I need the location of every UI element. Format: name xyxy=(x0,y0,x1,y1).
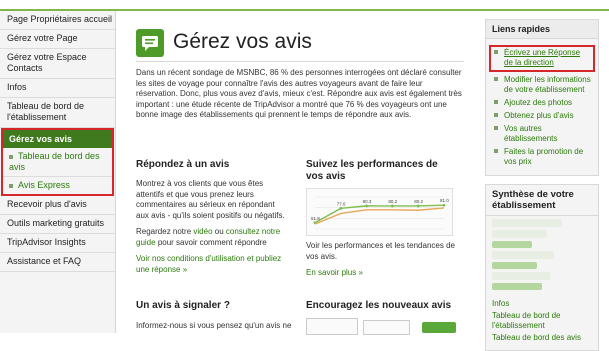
nav-sub-reviews-dashboard[interactable]: Tableau de bord des avis xyxy=(3,148,112,177)
review-card-image xyxy=(306,318,358,335)
bullet-icon xyxy=(494,100,498,104)
quick-link-label: Vos autres établissements xyxy=(504,124,558,143)
quick-link-label: Écrivez une Réponse de la direction xyxy=(504,48,581,67)
nav-sub-label: Avis Express xyxy=(18,180,70,190)
quick-link-label: Ajoutez des photos xyxy=(504,98,573,107)
nav-item-manage-reviews[interactable]: Gérez vos avis xyxy=(3,130,112,148)
chart-point xyxy=(339,206,343,210)
nav-item-more-reviews[interactable]: Recevoir plus d'avis xyxy=(0,196,115,215)
reviews-nav-section: Gérez vos avis Tableau de bord des avis … xyxy=(1,128,114,196)
nav-item-contacts[interactable]: Gérez votre Espace Contacts xyxy=(0,49,115,79)
synthesis-link-dashboard[interactable]: Tableau de bord de l'établissement xyxy=(486,310,598,332)
watch-suffix: pour savoir comment répondre xyxy=(157,237,267,247)
bullet-icon xyxy=(9,183,13,188)
speech-bubble-icon xyxy=(136,29,164,57)
nav-item-owners-home[interactable]: Page Propriétaires accueil xyxy=(0,11,115,30)
conditions-link[interactable]: Voir nos conditions d'utilisation et pub… xyxy=(136,254,286,275)
chart-data-label: 61.8 xyxy=(311,216,320,221)
chart-point xyxy=(391,204,394,208)
blurred-text xyxy=(492,272,550,280)
follow-section: Suivez les performances de vos avis xyxy=(306,159,456,183)
nav-item-marketing-tools[interactable]: Outils marketing gratuits xyxy=(0,215,115,234)
blurred-text xyxy=(492,251,554,259)
performance-chart: 61.8 77.6 80.3 80.2 80.2 81.0 xyxy=(306,188,453,236)
nav-item-dashboard[interactable]: Tableau de bord de l'établissement xyxy=(0,98,115,128)
quick-link-other-properties[interactable]: Vos autres établissements xyxy=(486,123,598,146)
quick-links-box: Liens rapides Écrivez une Réponse de la … xyxy=(485,19,599,176)
quick-link-add-photos[interactable]: Ajoutez des photos xyxy=(486,97,598,110)
nav-item-insights[interactable]: TripAdvisor Insights xyxy=(0,234,115,253)
follow-heading: Suivez les performances de vos avis xyxy=(306,159,438,182)
or-text: ou xyxy=(214,227,224,236)
nav-item-infos[interactable]: Infos xyxy=(0,79,115,98)
quick-link-label: Obtenez plus d'avis xyxy=(504,111,574,120)
report-body: Informez-nous si vous pensez qu'un avis … xyxy=(136,321,292,330)
divider xyxy=(136,61,464,62)
right-sidebar: Liens rapides Écrivez une Réponse de la … xyxy=(485,19,599,351)
quick-links-title: Liens rapides xyxy=(486,20,598,39)
nav-item-manage-page[interactable]: Gérez votre Page xyxy=(0,30,115,49)
quick-links-list: Écrivez une Réponse de la direction Modi… xyxy=(486,39,598,175)
page-title: Gérez vos avis xyxy=(173,30,312,53)
chart-data-label: 80.2 xyxy=(388,199,397,204)
quick-link-more-reviews[interactable]: Obtenez plus d'avis xyxy=(486,110,598,123)
chart-point xyxy=(416,204,420,208)
encourage-heading: Encouragez les nouveaux avis xyxy=(306,300,452,311)
chart-data-label: 80.2 xyxy=(414,199,423,204)
quick-link-promote-prices[interactable]: Faites la promotion de vos prix xyxy=(486,146,598,169)
quick-link-write-response[interactable]: Écrivez une Réponse de la direction xyxy=(491,47,593,70)
respond-section: Répondez à un avis Montrez à vos clients… xyxy=(136,159,286,275)
report-section: Un avis à signaler ? Informez-nous si vo… xyxy=(136,300,292,332)
synthesis-title: Synthèse de votre établissement xyxy=(486,185,598,216)
watch-prefix: Regardez notre xyxy=(136,227,192,236)
intro-paragraph: Dans un récent sondage de MSNBC, 86 % de… xyxy=(136,68,462,119)
learn-more-link[interactable]: En savoir plus » xyxy=(306,268,456,279)
bullet-icon xyxy=(9,154,13,159)
respond-watch-text: Regardez notre vidéo ou consultez notre … xyxy=(136,227,286,248)
top-border xyxy=(0,0,609,11)
quick-link-edit-info[interactable]: Modifier les informations de votre établ… xyxy=(486,74,598,97)
chart-data-label: 81.0 xyxy=(440,198,449,203)
synthesis-box: Synthèse de votre établissement Infos Ta… xyxy=(485,184,599,351)
synthesis-link-infos[interactable]: Infos xyxy=(486,298,598,310)
blurred-rating xyxy=(492,283,542,290)
follow-body-wrap: Voir les performances et les tendances d… xyxy=(306,241,456,279)
follow-body: Voir les performances et les tendances d… xyxy=(306,241,455,261)
blurred-rating xyxy=(492,262,537,269)
chart-data-label: 80.3 xyxy=(363,199,372,204)
blurred-rating xyxy=(492,241,532,248)
chart-point xyxy=(442,203,446,207)
bullet-icon xyxy=(494,113,498,117)
quick-link-label: Faites la promotion de vos prix xyxy=(504,147,584,166)
report-heading: Un avis à signaler ? xyxy=(136,300,230,311)
left-navigation: Page Propriétaires accueil Gérez votre P… xyxy=(0,11,116,333)
chart-data-label: 77.6 xyxy=(337,201,346,206)
chart-point xyxy=(365,204,368,208)
nav-sub-label: Tableau de bord des avis xyxy=(9,151,100,172)
bullet-icon xyxy=(494,77,498,81)
chart-svg: 61.8 77.6 80.3 80.2 80.2 81.0 xyxy=(311,196,449,230)
video-link[interactable]: vidéo xyxy=(193,227,212,236)
nav-item-faq[interactable]: Assistance et FAQ xyxy=(0,253,115,272)
quick-link-label: Modifier les informations de votre établ… xyxy=(504,75,591,94)
respond-body: Montrez à vos clients que vous êtes atte… xyxy=(136,179,285,220)
respond-heading: Répondez à un avis xyxy=(136,159,230,170)
encourage-section: Encouragez les nouveaux avis xyxy=(306,300,456,312)
highlighted-link-wrap: Écrivez une Réponse de la direction xyxy=(489,45,595,72)
blurred-text xyxy=(492,230,547,238)
nav-sub-express-reviews[interactable]: Avis Express xyxy=(3,177,112,194)
synthesis-link-reviews-dashboard[interactable]: Tableau de bord des avis xyxy=(486,332,598,344)
bullet-icon xyxy=(494,149,498,153)
chart-series-line xyxy=(314,207,445,225)
blurred-text xyxy=(492,219,562,227)
encourage-button[interactable] xyxy=(422,322,456,333)
bullet-icon xyxy=(494,50,498,54)
bullet-icon xyxy=(494,126,498,130)
